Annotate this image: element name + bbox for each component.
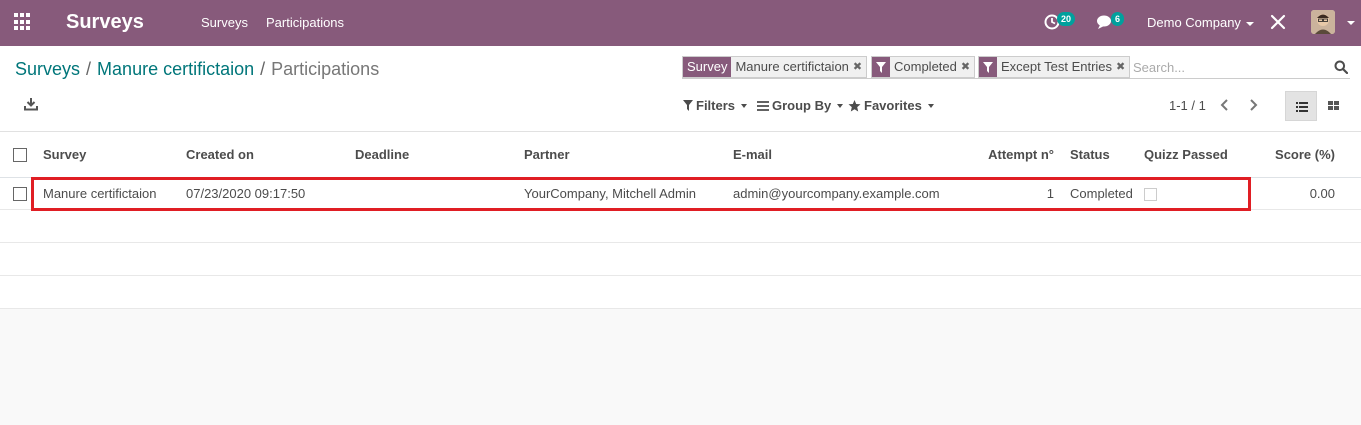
groupby-dropdown[interactable]: Group By — [757, 98, 844, 113]
list-view-icon — [1296, 102, 1308, 112]
search-bar: Survey Manure certifictaion ✖ Completed ✖ … — [682, 55, 1350, 79]
col-email[interactable]: E-mail — [733, 132, 976, 178]
favorites-dropdown[interactable]: Favorites — [848, 98, 934, 113]
facet-except-test: Except Test Entries ✖ — [978, 56, 1131, 78]
breadcrumb-surveys[interactable]: Surveys — [15, 59, 80, 79]
activity-badge: 20 — [1057, 12, 1076, 26]
list-bars-icon — [757, 100, 769, 111]
facet-remove-icon[interactable]: ✖ — [961, 57, 970, 77]
cell-score: 0.00 — [1256, 177, 1361, 210]
participations-table: Survey Created on Deadline Partner E-mai… — [0, 132, 1361, 309]
col-created-on[interactable]: Created on — [186, 132, 355, 178]
col-attempt[interactable]: Attempt n° — [976, 132, 1062, 178]
chevron-down-icon — [927, 103, 934, 108]
menu-participations[interactable]: Participations — [266, 15, 344, 30]
empty-row — [0, 209, 1361, 243]
breadcrumb-survey[interactable]: Manure certifictaion — [97, 59, 254, 79]
search-icon[interactable] — [1334, 60, 1348, 74]
star-icon — [848, 99, 861, 111]
facet-survey: Survey Manure certifictaion ✖ — [682, 56, 868, 78]
chevron-right-icon[interactable] — [1248, 98, 1258, 112]
chevron-down-icon — [1245, 21, 1254, 26]
user-avatar[interactable] — [1311, 10, 1335, 34]
facet-remove-icon[interactable]: ✖ — [1116, 57, 1125, 77]
select-all-cell — [0, 132, 43, 178]
col-survey[interactable]: Survey — [43, 132, 186, 178]
app-title: Surveys — [66, 11, 144, 33]
list-view-button[interactable] — [1285, 91, 1317, 121]
download-icon[interactable] — [24, 97, 38, 111]
facet-remove-icon[interactable]: ✖ — [853, 57, 862, 77]
messages-badge: 6 — [1111, 12, 1125, 26]
filter-icon — [872, 57, 890, 77]
highlight-annotation — [31, 177, 1251, 211]
col-score[interactable]: Score (%) — [1256, 132, 1361, 178]
breadcrumb-current: Participations — [271, 59, 380, 79]
empty-row — [0, 275, 1361, 309]
col-partner[interactable]: Partner — [524, 132, 733, 178]
debug-tools-icon[interactable] — [1270, 14, 1286, 30]
facet-label: Survey — [683, 57, 732, 77]
table-header-row: Survey Created on Deadline Partner E-mai… — [0, 132, 1361, 178]
kanban-view-button[interactable] — [1318, 91, 1350, 121]
filter-icon — [979, 57, 997, 77]
apps-grid-icon[interactable] — [14, 13, 32, 31]
breadcrumb: Surveys / Manure certifictaion / Participati… — [15, 59, 380, 79]
facet-completed: Completed ✖ — [871, 56, 976, 78]
chevron-down-icon — [837, 103, 844, 108]
search-input[interactable] — [1133, 57, 1328, 77]
select-all-checkbox[interactable] — [13, 148, 27, 163]
company-switcher[interactable]: Demo Company — [1147, 15, 1254, 30]
pager-value[interactable]: 1-1 / 1 — [1169, 98, 1206, 113]
empty-row — [0, 242, 1361, 276]
col-deadline[interactable]: Deadline — [355, 132, 524, 178]
top-navbar: Surveys Surveys Participations 20 6 Demo… — [0, 0, 1361, 46]
kanban-view-icon — [1328, 101, 1339, 110]
col-quizz-passed[interactable]: Quizz Passed — [1144, 132, 1256, 178]
row-checkbox[interactable] — [13, 186, 27, 201]
filter-icon — [683, 100, 693, 111]
chevron-down-icon — [741, 103, 748, 108]
menu-surveys[interactable]: Surveys — [201, 15, 248, 30]
filters-dropdown[interactable]: Filters — [683, 98, 748, 113]
chevron-left-icon[interactable] — [1220, 98, 1230, 112]
company-name: Demo Company — [1147, 15, 1241, 30]
control-panel: Surveys / Manure certifictaion / Participati… — [0, 46, 1361, 132]
col-status[interactable]: Status — [1062, 132, 1144, 178]
user-menu-chevron-icon[interactable] — [1347, 21, 1355, 25]
